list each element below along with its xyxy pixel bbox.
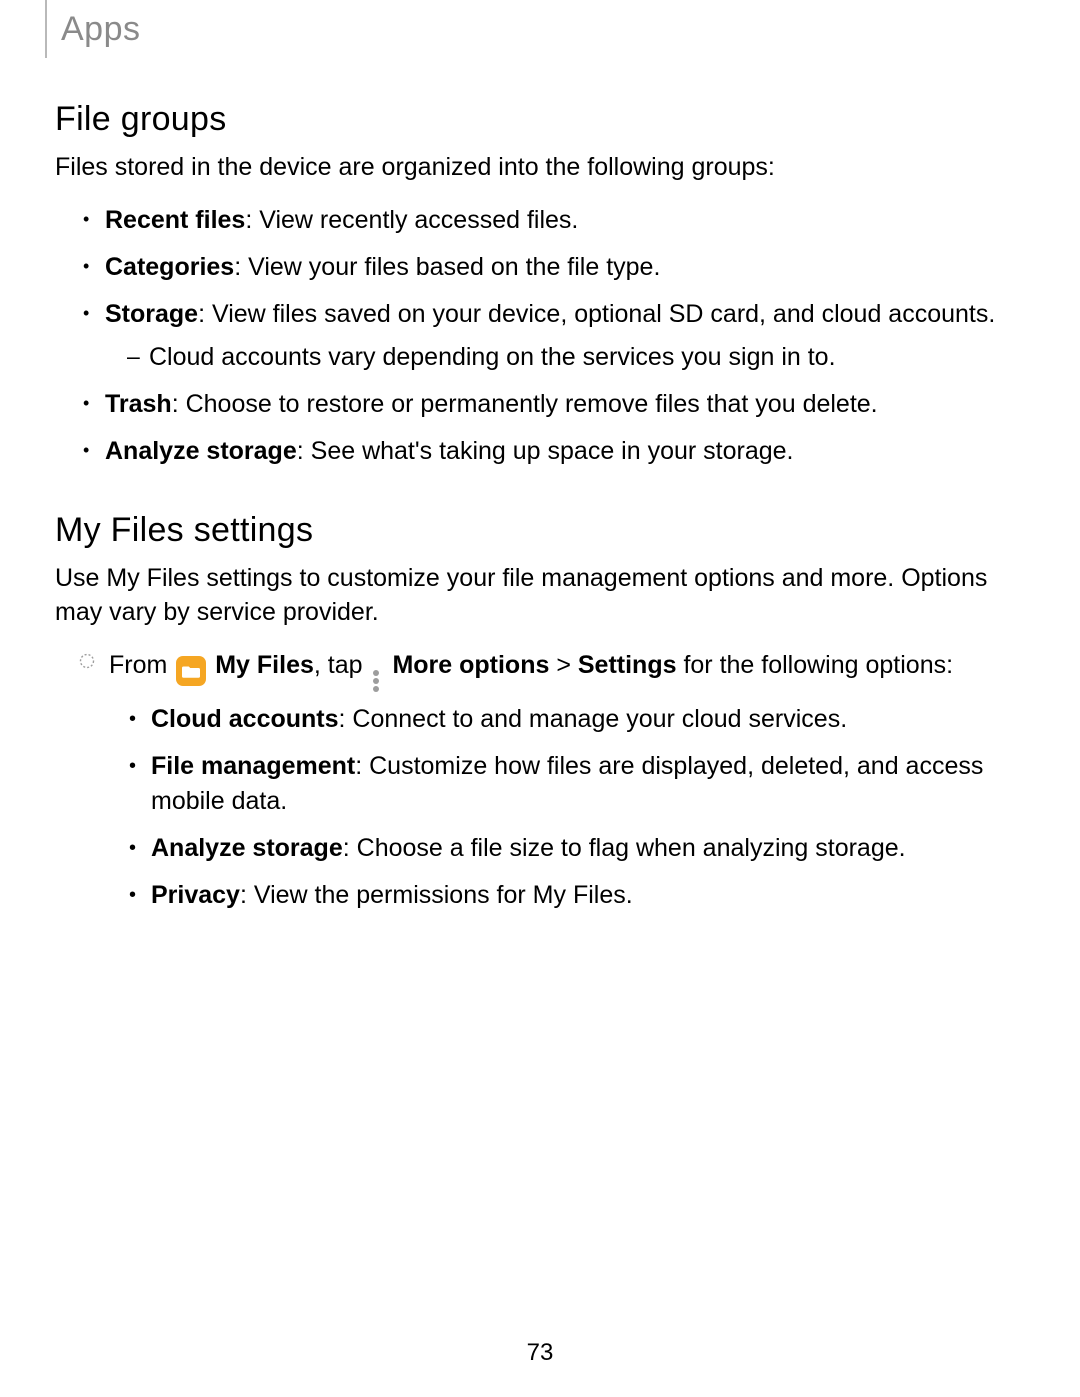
- item-label: Trash: [105, 390, 172, 418]
- header-title: Apps: [61, 10, 141, 49]
- item-text: : Connect to and manage your cloud servi…: [339, 705, 848, 733]
- section-myfiles-settings-intro: Use My Files settings to customize your …: [55, 562, 1025, 630]
- page-number: 73: [0, 1339, 1080, 1367]
- more-options-label: More options: [392, 651, 549, 679]
- list-item: Trash: Choose to restore or permanently …: [83, 387, 1025, 422]
- settings-label: Settings: [578, 651, 677, 679]
- header-tab: Apps: [45, 0, 141, 58]
- item-label: Categories: [105, 253, 234, 281]
- item-label: Privacy: [151, 881, 240, 909]
- item-label: Analyze storage: [151, 834, 343, 862]
- list-item: Analyze storage: Choose a file size to f…: [129, 831, 1025, 866]
- settings-options-list: Cloud accounts: Connect to and manage yo…: [109, 702, 1025, 913]
- item-label: File management: [151, 752, 355, 780]
- list-item: Recent files: View recently accessed fil…: [83, 203, 1025, 238]
- item-label: Cloud accounts: [151, 705, 339, 733]
- item-text: : View files saved on your device, optio…: [198, 300, 995, 328]
- list-item: Analyze storage: See what's taking up sp…: [83, 434, 1025, 469]
- section-file-groups-title: File groups: [55, 100, 1025, 139]
- item-text: : View your files based on the file type…: [234, 253, 660, 281]
- item-text: : View the permissions for My Files.: [240, 881, 633, 909]
- item-text: : Choose to restore or permanently remov…: [172, 390, 878, 418]
- sub-item: Cloud accounts vary depending on the ser…: [127, 340, 1025, 375]
- page-container: Apps File groups Files stored in the dev…: [0, 0, 1080, 1397]
- item-text: : View recently accessed files.: [245, 206, 578, 234]
- list-item: Storage: View files saved on your device…: [83, 297, 1025, 375]
- step-text-mid2: >: [549, 651, 578, 679]
- item-text: : Choose a file size to flag when analyz…: [343, 834, 906, 862]
- more-options-icon: [371, 670, 381, 692]
- item-label: Recent files: [105, 206, 245, 234]
- file-groups-list: Recent files: View recently accessed fil…: [55, 203, 1025, 469]
- step-item: From My Files, tap More options > Settin…: [83, 647, 1025, 913]
- page-content: File groups Files stored in the device a…: [55, 68, 1025, 913]
- section-myfiles-settings-title: My Files settings: [55, 511, 1025, 550]
- list-item: File management: Customize how files are…: [129, 749, 1025, 819]
- step-bullet-icon: [79, 653, 95, 669]
- app-label: My Files: [215, 651, 314, 679]
- list-item: Categories: View your files based on the…: [83, 250, 1025, 285]
- sub-list: Cloud accounts vary depending on the ser…: [105, 340, 1025, 375]
- my-files-app-icon: [176, 656, 206, 686]
- steps-list: From My Files, tap More options > Settin…: [55, 647, 1025, 913]
- list-item: Cloud accounts: Connect to and manage yo…: [129, 702, 1025, 737]
- page-header: Apps: [55, 0, 1025, 68]
- item-text: : See what's taking up space in your sto…: [297, 437, 794, 465]
- section-file-groups-intro: Files stored in the device are organized…: [55, 151, 1025, 185]
- item-label: Storage: [105, 300, 198, 328]
- step-text-pre: From: [109, 651, 174, 679]
- list-item: Privacy: View the permissions for My Fil…: [129, 878, 1025, 913]
- item-label: Analyze storage: [105, 437, 297, 465]
- step-text-mid1: , tap: [314, 651, 370, 679]
- step-text-post: for the following options:: [677, 651, 954, 679]
